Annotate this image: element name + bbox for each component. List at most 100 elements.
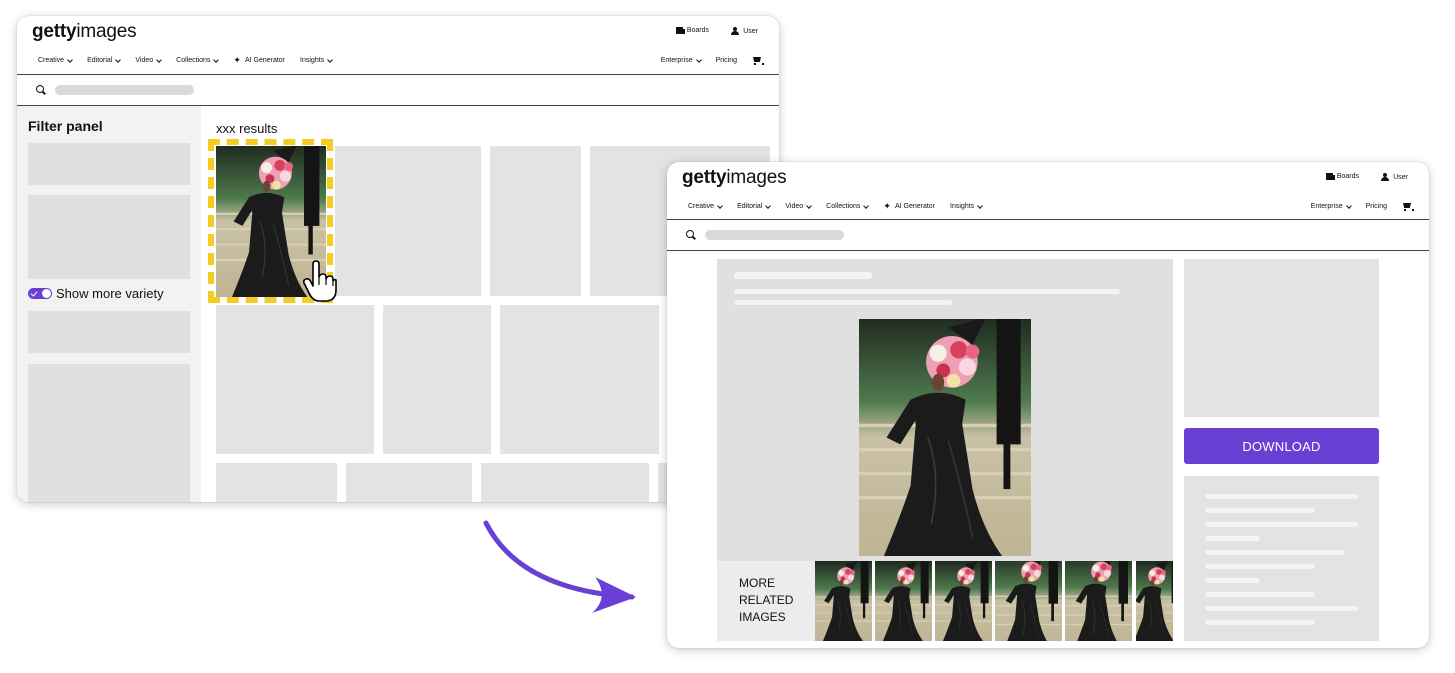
nav-video[interactable]: Video	[785, 202, 812, 210]
title-placeholder	[734, 272, 872, 279]
related-thumbnail[interactable]	[875, 561, 932, 641]
nav-ai-generator[interactable]: ✦ AI Generator	[883, 201, 935, 211]
main-nav: Creative Editorial Video Collections ✦ AI…	[38, 55, 347, 65]
details-line	[1205, 564, 1315, 569]
results-count: xxx results	[216, 121, 278, 136]
result-tile[interactable]	[216, 305, 374, 454]
search-input[interactable]	[55, 85, 194, 95]
result-tile[interactable]	[335, 146, 481, 296]
cart-button[interactable]	[752, 57, 764, 65]
toggle-check-icon[interactable]	[28, 288, 52, 299]
details-line	[1205, 606, 1358, 611]
user-icon	[731, 27, 740, 35]
main-nav: Creative Editorial Video Collections ✦ AI…	[688, 201, 997, 211]
nav-pricing[interactable]: Pricing	[716, 57, 737, 64]
caption-placeholder	[734, 300, 952, 305]
curved-arrow-icon	[483, 520, 636, 613]
filter-block[interactable]	[28, 143, 190, 185]
chevron-down-icon	[717, 202, 723, 209]
related-thumbnail[interactable]	[995, 561, 1062, 641]
boards-link[interactable]: Boards	[675, 27, 709, 34]
boards-link[interactable]: Boards	[1325, 173, 1359, 180]
getty-logo[interactable]: gettyimages	[682, 167, 787, 189]
search-input[interactable]	[705, 230, 844, 240]
cart-icon	[752, 57, 764, 65]
search-results-window: gettyimages Boards User Creative Editori…	[17, 16, 779, 502]
chevron-down-icon	[327, 56, 333, 63]
details-line	[1205, 494, 1358, 499]
nav-enterprise[interactable]: Enterprise	[661, 56, 702, 64]
purchase-options-placeholder	[1184, 259, 1379, 417]
main-image[interactable]	[859, 319, 1031, 556]
more-related-label[interactable]: MORE RELATED IMAGES	[717, 561, 815, 641]
filter-panel: Filter panel Show more variety	[17, 106, 201, 502]
nav-collections[interactable]: Collections	[826, 202, 870, 210]
nav-pricing[interactable]: Pricing	[1366, 203, 1387, 210]
chevron-down-icon	[695, 56, 702, 63]
details-panel	[1184, 476, 1379, 641]
nav-right: Enterprise Pricing	[1296, 202, 1414, 211]
details-line	[1205, 620, 1315, 625]
details-line	[1205, 592, 1315, 597]
nav-editorial[interactable]: Editorial	[87, 56, 122, 64]
nav-insights[interactable]: Insights	[950, 202, 983, 210]
details-line	[1205, 578, 1260, 583]
nav-editorial[interactable]: Editorial	[737, 202, 772, 210]
caption-placeholder	[734, 289, 1120, 294]
chevron-down-icon	[213, 56, 220, 63]
nav-creative[interactable]: Creative	[38, 56, 73, 64]
chevron-down-icon	[806, 202, 812, 209]
nav-enterprise[interactable]: Enterprise	[1311, 202, 1352, 210]
chevron-down-icon	[156, 56, 162, 63]
chevron-down-icon	[115, 56, 122, 63]
boards-icon	[675, 27, 685, 34]
filter-block[interactable]	[28, 311, 190, 353]
details-line	[1205, 550, 1345, 555]
filter-panel-title: Filter panel	[28, 118, 103, 134]
nav-creative[interactable]: Creative	[688, 202, 723, 210]
related-thumbnail[interactable]	[815, 561, 872, 641]
chevron-down-icon	[863, 202, 870, 209]
result-tile[interactable]	[346, 463, 472, 502]
cart-icon	[1402, 203, 1414, 211]
chevron-down-icon	[67, 56, 73, 63]
nav-right: Enterprise Pricing	[646, 56, 764, 65]
search-row	[667, 220, 1429, 250]
search-row	[17, 75, 779, 105]
result-tile[interactable]	[383, 305, 491, 454]
download-button[interactable]: DOWNLOAD	[1184, 428, 1379, 464]
boards-icon	[1325, 173, 1335, 180]
sparkle-icon: ✦	[233, 55, 241, 65]
result-tile[interactable]	[481, 463, 649, 502]
user-link[interactable]: User	[731, 27, 758, 35]
nav-ai-generator[interactable]: ✦ AI Generator	[233, 55, 285, 65]
result-tile[interactable]	[216, 463, 337, 502]
nav-collections[interactable]: Collections	[176, 56, 220, 64]
nav-insights[interactable]: Insights	[300, 56, 333, 64]
related-thumbnail[interactable]	[1065, 561, 1132, 641]
search-icon[interactable]	[686, 230, 695, 239]
image-detail-window: gettyimages Boards User Creative Editori…	[667, 162, 1429, 648]
sparkle-icon: ✦	[883, 201, 891, 211]
user-link[interactable]: User	[1381, 173, 1408, 181]
filter-block[interactable]	[28, 195, 190, 279]
chevron-down-icon	[765, 202, 772, 209]
fashion-photo	[859, 319, 1031, 556]
toggle-label: Show more variety	[56, 286, 164, 301]
result-tile[interactable]	[490, 146, 581, 296]
getty-logo[interactable]: gettyimages	[32, 21, 137, 43]
details-line	[1205, 508, 1315, 513]
filter-block[interactable]	[28, 364, 190, 502]
details-line	[1205, 522, 1358, 527]
search-icon[interactable]	[36, 85, 45, 94]
user-icon	[1381, 173, 1390, 181]
divider	[667, 250, 1429, 251]
details-line	[1205, 536, 1260, 541]
related-thumbnail[interactable]	[935, 561, 992, 641]
nav-video[interactable]: Video	[135, 56, 162, 64]
chevron-down-icon	[1345, 202, 1352, 209]
cart-button[interactable]	[1402, 203, 1414, 211]
related-thumbnail[interactable]	[1136, 561, 1173, 641]
result-tile[interactable]	[500, 305, 659, 454]
variety-toggle-row[interactable]: Show more variety	[28, 286, 164, 301]
